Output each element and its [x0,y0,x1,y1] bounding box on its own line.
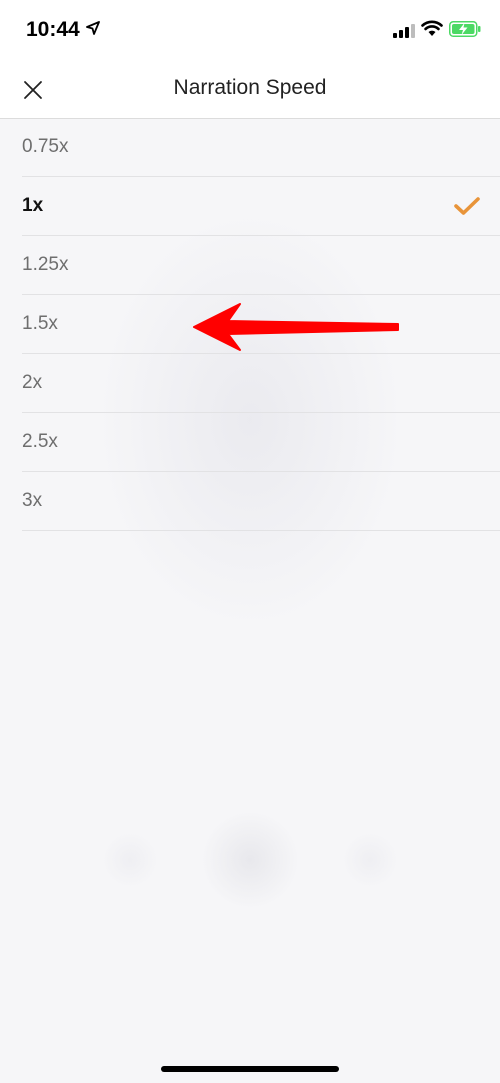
status-time: 10:44 [26,18,80,41]
speed-option-label: 0.75x [22,136,69,157]
location-arrow-icon [86,21,100,35]
status-bar: 10:44 [0,0,500,62]
speed-option-label: 3x [22,490,43,511]
speed-option-2-5x[interactable]: 2.5x [22,413,500,472]
speed-option-label: 2.5x [22,431,58,452]
nav-bar: Narration Speed [0,62,500,119]
speed-option-2x[interactable]: 2x [22,354,500,413]
speed-option-3x[interactable]: 3x [22,472,500,531]
home-indicator[interactable] [161,1066,339,1072]
speed-option-0-75x[interactable]: 0.75x [22,118,500,177]
signal-icon [393,24,415,38]
checkmark-icon [454,197,480,215]
wifi-icon [421,20,443,36]
speed-option-1x[interactable]: 1x [22,177,500,236]
battery-charging-icon [449,21,481,37]
annotation-arrow-icon [193,303,399,351]
speed-option-label: 1x [22,195,44,216]
speed-option-label: 1.25x [22,254,69,275]
speed-option-label: 1.5x [22,313,58,334]
speed-option-1-25x[interactable]: 1.25x [22,236,500,295]
page-title: Narration Speed [173,76,327,99]
speed-option-label: 2x [22,372,43,393]
